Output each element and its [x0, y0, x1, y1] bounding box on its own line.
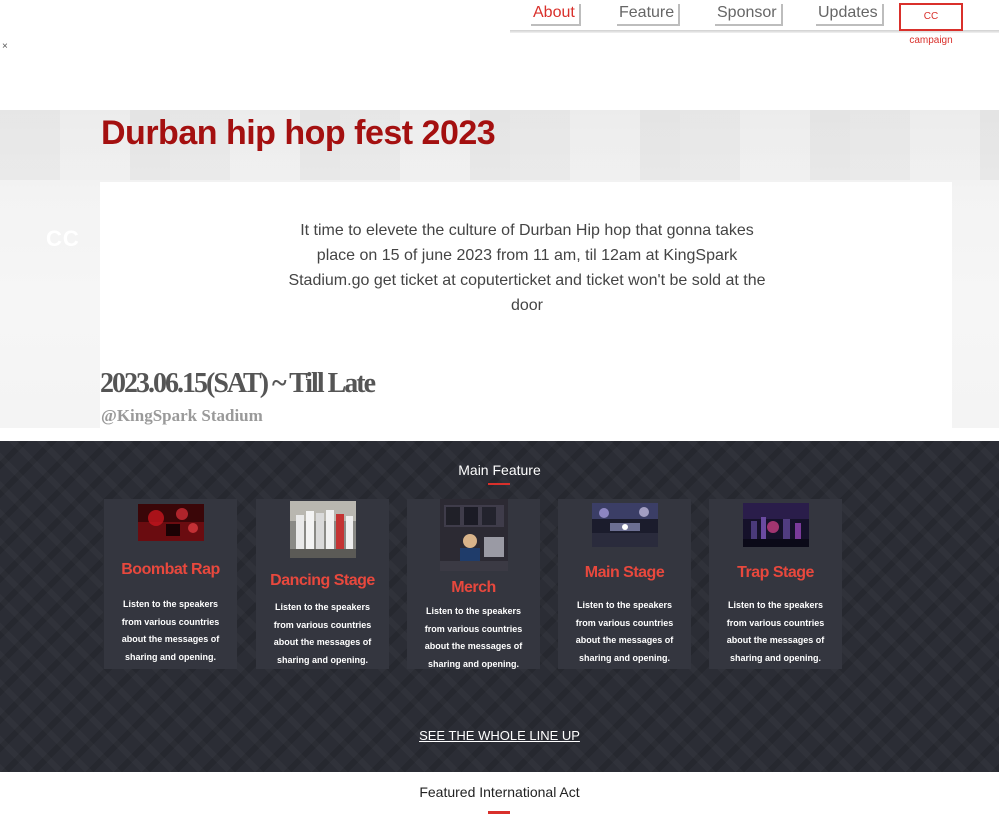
- card-title: Merch: [451, 579, 496, 596]
- card-description: Listen to the speakers from various coun…: [273, 602, 372, 665]
- nav-feature-link[interactable]: Feature: [617, 4, 681, 26]
- nav-about-link[interactable]: About: [531, 4, 581, 26]
- title-underline: [488, 483, 510, 485]
- international-act-title: Featured International Act: [419, 784, 580, 800]
- card-title: Dancing Stage: [270, 572, 375, 589]
- title-underline: [488, 811, 510, 814]
- see-whole-lineup-link[interactable]: SEE THE WHOLE LINE UP: [0, 728, 999, 743]
- event-description: It time to elevete the culture of Durban…: [288, 222, 766, 314]
- stage-photo-thumbnail: [591, 503, 658, 547]
- feature-card-boombat-rap[interactable]: Boombat Rap Listen to the speakers from …: [104, 499, 237, 669]
- dancers-photo-thumbnail: [289, 501, 356, 558]
- close-icon[interactable]: ×: [2, 41, 8, 52]
- page-title: Durban hip hop fest 2023: [101, 114, 496, 152]
- feature-card-dancing-stage[interactable]: Dancing Stage Listen to the speakers fro…: [256, 499, 389, 669]
- feature-card-main-stage[interactable]: Main Stage Listen to the speakers from v…: [558, 499, 691, 669]
- nav-updates-link[interactable]: Updates: [816, 4, 884, 26]
- card-description: Listen to the speakers from various coun…: [726, 600, 825, 663]
- feature-card-trap-stage[interactable]: Trap Stage Listen to the speakers from v…: [709, 499, 842, 669]
- cc-campaign-button[interactable]: CC campaign: [899, 3, 963, 46]
- concert-photo-thumbnail: [137, 504, 204, 541]
- main-feature-section: Main Feature Boombat Rap Listen to the s…: [0, 441, 999, 772]
- nav-sponsor-link[interactable]: Sponsor: [715, 4, 783, 26]
- card-title: Boombat Rap: [121, 561, 220, 578]
- card-title: Trap Stage: [737, 564, 814, 581]
- hero-section: CC Durban hip hop fest 2023 It time to e…: [0, 110, 999, 428]
- event-venue: @KingSpark Stadium: [101, 406, 263, 425]
- card-description: Listen to the speakers from various coun…: [121, 599, 220, 662]
- section-title: Main Feature: [458, 462, 541, 478]
- top-nav: About Feature Sponsor Updates CC campaig…: [0, 0, 999, 46]
- night-city-photo-thumbnail: [742, 503, 809, 547]
- card-description: Listen to the speakers from various coun…: [575, 600, 674, 663]
- feature-card-merch[interactable]: Merch Listen to the speakers from variou…: [407, 499, 540, 669]
- card-description: Listen to the speakers from various coun…: [424, 606, 523, 669]
- merch-photo-thumbnail: [439, 499, 508, 571]
- card-title: Main Stage: [584, 564, 665, 581]
- side-logo-mark: CC: [46, 226, 80, 251]
- event-date: 2023.06.15(SAT) ~ Till Late: [100, 368, 376, 399]
